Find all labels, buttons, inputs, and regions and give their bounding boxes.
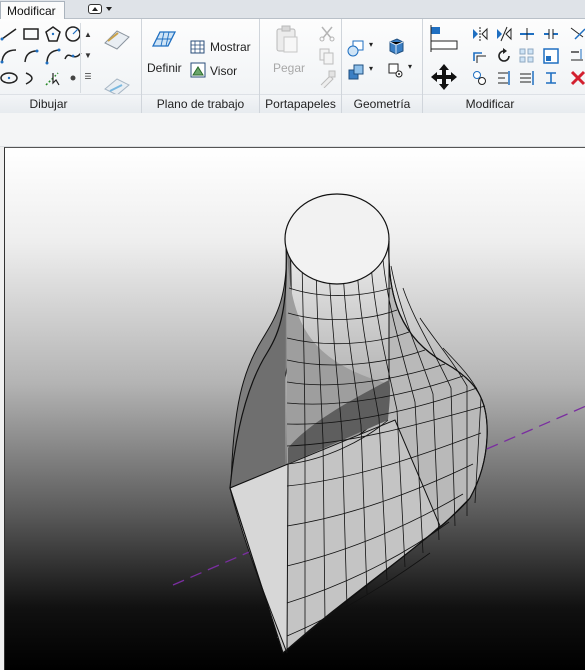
tangent-arc-icon[interactable] [22, 47, 40, 65]
gallery-expand-icon[interactable]: ☰ [82, 68, 94, 86]
show-workplane-icon[interactable] [190, 39, 206, 55]
scale-icon[interactable] [542, 47, 560, 65]
paste-icon[interactable] [274, 25, 300, 55]
split-element-icon[interactable] [518, 25, 536, 43]
line-icon[interactable] [0, 25, 18, 43]
trim-extend-icon[interactable] [569, 47, 585, 65]
pin-icon[interactable] [542, 69, 560, 87]
contextual-tab-toggle[interactable] [86, 3, 114, 17]
panel-modificar: Modificar [423, 19, 585, 113]
mirror-draw-axis-icon[interactable] [495, 25, 513, 43]
rotate-icon[interactable] [495, 47, 513, 65]
fillet-arc-icon[interactable] [44, 47, 62, 65]
split-dropdown-icon[interactable]: ▾ [408, 62, 412, 71]
scroll-up-icon[interactable]: ▲ [82, 26, 94, 44]
copy-icon[interactable] [318, 47, 336, 65]
cut-icon[interactable] [318, 24, 336, 42]
cut-geometry-icon[interactable] [387, 37, 405, 55]
draw-gallery-scroll[interactable]: ▲ ▼ ☰ [80, 23, 94, 93]
panel-label-geometria: Geometría [342, 94, 422, 113]
polygon-icon[interactable] [44, 25, 62, 43]
split-face-icon[interactable] [387, 61, 405, 79]
visor-button[interactable]: Visor [210, 64, 237, 78]
copy-element-icon[interactable] [471, 69, 489, 87]
mirror-axis-icon[interactable] [471, 25, 489, 43]
ellipse-icon[interactable] [0, 69, 18, 87]
delete-icon[interactable] [569, 69, 585, 87]
extend-multiple-icon[interactable] [518, 69, 536, 87]
split-with-gap-icon[interactable] [542, 25, 560, 43]
scroll-down-icon[interactable]: ▼ [82, 47, 94, 65]
rectangle-icon[interactable] [22, 25, 40, 43]
offset-icon[interactable] [471, 47, 489, 65]
array-icon[interactable] [518, 47, 536, 65]
panel-portapapeles: Pegar Portapapeles [260, 19, 342, 113]
pick-lines-icon[interactable] [44, 69, 62, 87]
panel-label-dibujar: Dibujar [0, 94, 141, 113]
align-icon[interactable] [429, 24, 459, 54]
pegar-button[interactable]: Pegar [273, 61, 305, 75]
panel-label-modificar: Modificar [423, 94, 585, 113]
tab-modificar[interactable]: Modificar [0, 1, 65, 20]
arc-icon[interactable] [0, 47, 18, 65]
set-workplane-icon[interactable] [150, 26, 178, 54]
join-dropdown-icon[interactable]: ▾ [369, 64, 373, 73]
cope-dropdown-icon[interactable]: ▾ [369, 40, 373, 49]
chevron-down-icon [106, 7, 112, 11]
top-face-ellipse [284, 193, 390, 285]
model-lines-icon[interactable] [102, 25, 132, 55]
join-geometry-icon[interactable] [347, 63, 365, 81]
ribbon: ▲ ▼ ☰ Dibujar Definir Mostrar Visor Plan… [0, 19, 585, 113]
ribbon-tab-bar: Modificar [0, 0, 585, 20]
3d-view-canvas[interactable] [4, 147, 585, 670]
panel-label-portapapeles: Portapapeles [260, 94, 341, 113]
trim-icon[interactable] [569, 25, 585, 43]
partial-ellipse-icon[interactable] [22, 69, 40, 87]
panel-dibujar: ▲ ▼ ☰ Dibujar [0, 19, 142, 113]
pin-trim-icon[interactable] [495, 69, 513, 87]
eject-icon [88, 4, 102, 14]
panel-geometria: ▾ ▾ ▾ Geometría [342, 19, 423, 113]
definir-button[interactable]: Definir [147, 61, 182, 75]
mostrar-button[interactable]: Mostrar [210, 40, 251, 54]
bottle-form-model[interactable] [5, 148, 585, 670]
panel-plano-de-trabajo: Definir Mostrar Visor Plano de trabajo [142, 19, 260, 113]
workplane-viewer-icon[interactable] [190, 62, 206, 78]
move-icon[interactable] [429, 62, 459, 92]
panel-label-plano: Plano de trabajo [142, 94, 259, 113]
cope-icon[interactable] [347, 39, 365, 57]
options-bar [0, 113, 585, 147]
match-properties-icon[interactable] [318, 70, 336, 88]
